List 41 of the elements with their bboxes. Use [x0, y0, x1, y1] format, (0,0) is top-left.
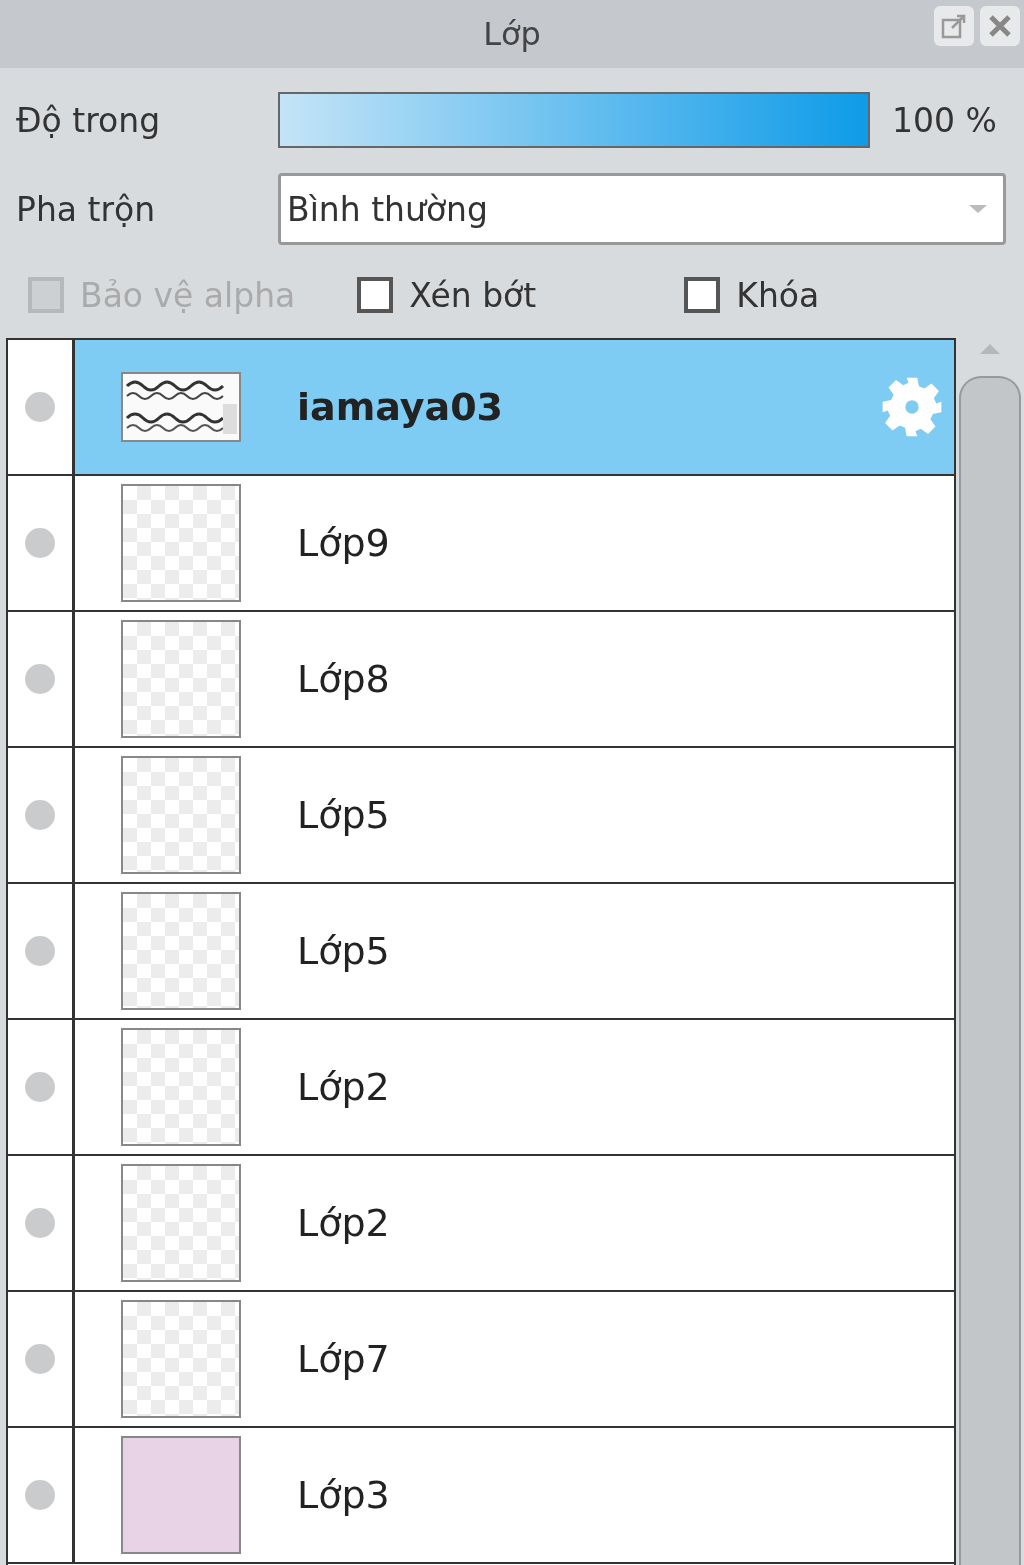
layer-name: Lớp8	[297, 657, 390, 701]
layer-row[interactable]: Lớp2	[8, 1020, 954, 1156]
checkbox[interactable]	[684, 277, 721, 313]
dropdown-arrow-icon	[967, 203, 989, 215]
layer-row[interactable]: Lớp5	[8, 748, 954, 884]
visibility-dot[interactable]	[25, 664, 55, 694]
option-checkbox[interactable]: Khóa	[684, 275, 820, 315]
panel-title: Lớp	[483, 15, 541, 53]
blend-label: Pha trộn	[16, 189, 157, 229]
visibility-dot[interactable]	[25, 392, 55, 422]
visibility-dot[interactable]	[25, 1208, 55, 1238]
layer-name: Lớp7	[297, 1337, 390, 1381]
close-button[interactable]	[980, 6, 1020, 46]
visibility-dot[interactable]	[25, 1072, 55, 1102]
layer-name: Lớp5	[297, 793, 390, 837]
opacity-value: 100 %	[892, 100, 997, 140]
checkbox[interactable]	[357, 277, 394, 313]
scroll-up-icon[interactable]	[978, 342, 1002, 356]
visibility-dot[interactable]	[25, 528, 55, 558]
layer-row[interactable]: Lớp9	[8, 476, 954, 612]
option-checkbox[interactable]: Xén bớt	[357, 275, 537, 315]
layer-row[interactable]: Lớp7	[8, 1292, 954, 1428]
layer-name: Lớp9	[297, 521, 390, 565]
layer-row[interactable]: Lớp5	[8, 884, 954, 1020]
layer-name: Lớp5	[297, 929, 390, 973]
scrollbar-thumb[interactable]	[959, 376, 1021, 1565]
layer-row[interactable]: Lớp3	[8, 1428, 954, 1564]
detach-button[interactable]	[934, 6, 974, 46]
layer-row[interactable]: Lớp2	[8, 1156, 954, 1292]
layer-name: Lớp2	[297, 1201, 390, 1245]
blend-dropdown[interactable]: Bình thường	[278, 173, 1006, 245]
settings-icon[interactable]	[880, 375, 944, 439]
visibility-dot[interactable]	[25, 1480, 55, 1510]
layer-name: Lớp3	[297, 1473, 390, 1517]
layer-name: iamaya03	[297, 385, 504, 429]
opacity-label: Độ trong	[16, 100, 162, 140]
visibility-dot[interactable]	[25, 1344, 55, 1374]
layer-name: Lớp2	[297, 1065, 390, 1109]
layer-row[interactable]: Lớp8	[8, 612, 954, 748]
visibility-dot[interactable]	[25, 936, 55, 966]
visibility-dot[interactable]	[25, 800, 55, 830]
